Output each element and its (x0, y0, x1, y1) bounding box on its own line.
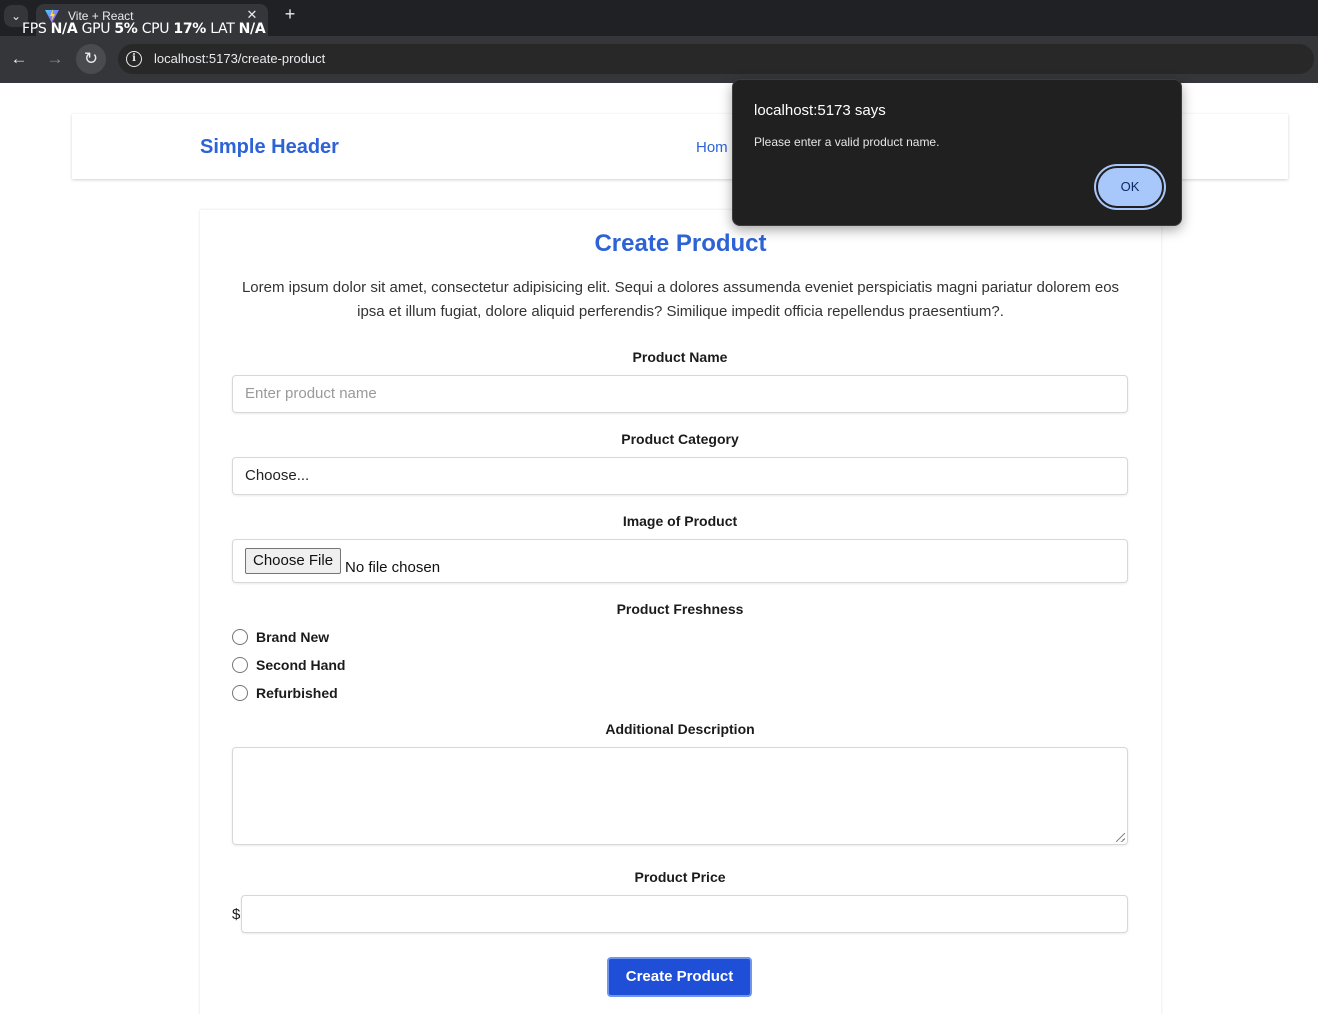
product-freshness-label: Product Freshness (616, 601, 744, 617)
brand-title[interactable]: Simple Header (200, 136, 339, 159)
lat-value: N/A (238, 21, 266, 37)
create-product-card: Create Product Lorem ipsum dolor sit ame… (200, 210, 1161, 1014)
back-arrow-icon[interactable]: ← (4, 44, 34, 74)
resize-handle-icon[interactable] (1116, 833, 1125, 842)
cpu-label: CPU (141, 21, 170, 37)
fps-value: N/A (50, 21, 78, 37)
radio-label[interactable]: Second Hand (256, 657, 345, 673)
cpu-value: 17% (173, 21, 207, 37)
alert-ok-button[interactable]: OK (1096, 166, 1164, 208)
gpu-value: 5% (114, 21, 138, 37)
choose-file-button[interactable]: Choose File (245, 548, 342, 574)
radio-circle-icon[interactable] (232, 629, 248, 645)
alert-title: localhost:5173 says (754, 102, 886, 119)
create-product-button[interactable]: Create Product (607, 957, 752, 997)
radio-circle-icon[interactable] (232, 657, 248, 673)
currency-symbol: $ (232, 906, 241, 923)
browser-tab-bar: ⌄ Vite + React ✕ + FPS N/A GPU 5% CPU 17… (0, 0, 1318, 37)
fps-label: FPS (22, 21, 47, 37)
url-text: localhost:5173/create-product (154, 51, 326, 66)
alert-message: Please enter a valid product name. (754, 135, 940, 149)
product-name-input[interactable]: Enter product name (232, 375, 1128, 413)
description-label: Additional Description (605, 721, 755, 737)
form-title: Create Product (594, 230, 767, 257)
radio-label[interactable]: Brand New (256, 629, 329, 645)
product-price-input[interactable] (241, 895, 1128, 933)
form-intro-text: Lorem ipsum dolor sit amet, consectetur … (241, 279, 1120, 320)
radio-circle-icon[interactable] (232, 685, 248, 701)
category-selected-value: Choose... (245, 467, 310, 484)
file-status-text: No file chosen (345, 559, 441, 576)
new-tab-icon[interactable]: + (280, 4, 300, 24)
radio-label[interactable]: Refurbished (256, 685, 338, 701)
product-image-label: Image of Product (622, 513, 738, 529)
product-name-label: Product Name (632, 349, 728, 365)
description-textarea[interactable] (232, 747, 1128, 845)
address-bar[interactable]: i localhost:5173/create-product (118, 44, 1314, 74)
gpu-label: GPU (81, 21, 111, 37)
product-category-label: Product Category (621, 431, 739, 447)
nav-link-home[interactable]: Hom (696, 139, 728, 156)
product-category-select[interactable]: Choose... (232, 457, 1128, 495)
product-image-input[interactable]: Choose File No file chosen (232, 539, 1128, 583)
product-name-placeholder: Enter product name (245, 385, 377, 402)
lat-label: LAT (210, 21, 235, 37)
browser-toolbar: ← → ↻ i localhost:5173/create-product (0, 36, 1318, 83)
product-price-label: Product Price (634, 869, 726, 885)
alert-dialog: localhost:5173 says Please enter a valid… (732, 79, 1182, 226)
forward-arrow-icon[interactable]: → (40, 44, 70, 74)
performance-overlay: FPS N/A GPU 5% CPU 17% LAT N/A (22, 21, 266, 37)
reload-icon[interactable]: ↻ (76, 44, 106, 74)
site-info-icon[interactable]: i (126, 51, 142, 67)
